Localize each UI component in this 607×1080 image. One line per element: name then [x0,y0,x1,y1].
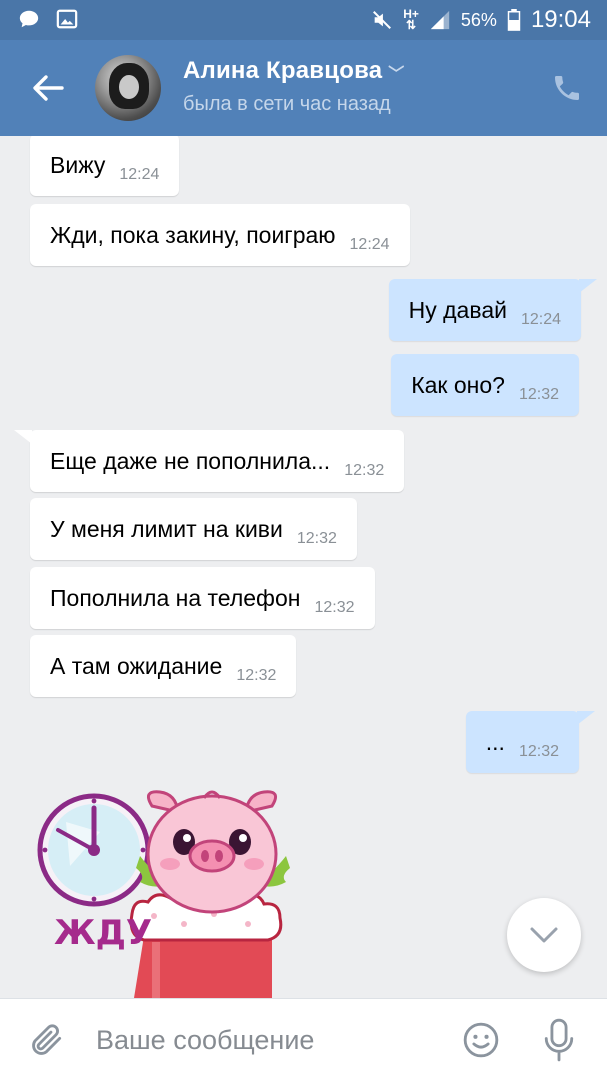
message-bubble[interactable]: А там ожидание 12:32 [30,635,297,697]
battery-percent: 56% [460,9,497,30]
message-bubble[interactable]: Вижу 12:24 [30,136,180,196]
chat-notification-icon [19,10,39,28]
mute-icon [373,11,392,29]
message-text: Как оно? [411,371,505,398]
message-bubble[interactable]: Пополнила на телефон 12:32 [30,567,375,629]
message-text: Жди, пока закину, поиграю [50,221,336,248]
pig-character [146,790,278,914]
conversation-header: Алина Кравцова ﹀ была в сети час назад [0,40,607,136]
message-bubble[interactable]: Ну давай 12:24 [388,279,598,341]
clock-icon [37,793,151,907]
message-time: 12:32 [344,462,385,479]
signal-icon [430,10,450,30]
phone-icon[interactable] [551,72,583,104]
message-time: 12:24 [119,166,160,183]
message-text: Ну давай [408,296,507,323]
pig-sticker[interactable]: ЖДУ [36,786,326,998]
message-time: 12:24 [349,236,390,253]
message-text: У меня лимит на киви [50,515,283,542]
message-input[interactable] [96,1019,436,1061]
status-bar: H+ ⇅ 56% 19:04 [0,0,607,40]
gallery-notification-icon [56,9,78,29]
message-text: ... [485,728,505,755]
message-time: 12:32 [296,530,337,547]
sticker-caption: ЖДУ [54,913,152,953]
message-bubble[interactable]: Как оно? 12:32 [391,354,579,416]
battery-icon [507,9,521,31]
emoji-icon[interactable] [462,1021,500,1059]
avatar[interactable] [95,55,161,121]
chevron-down-icon: ﹀ [388,65,405,83]
message-bubble[interactable]: Жди, пока закину, поиграю 12:24 [30,204,410,266]
message-time: 12:32 [314,599,355,616]
message-text: Вижу [50,151,106,178]
network-type-label: H+ ⇅ [403,7,419,32]
message-text: Еще даже не пополнила... [50,447,331,474]
message-text: А там ожидание [50,652,223,679]
message-bubble[interactable]: Еще даже не пополнила... 12:32 [13,430,405,492]
back-arrow-icon[interactable] [30,70,66,106]
message-bubble[interactable]: У меня лимит на киви 12:32 [30,498,357,560]
contact-name[interactable]: Алина Кравцова ﹀ [183,57,404,85]
message-time: 12:32 [236,667,277,684]
message-text: Пополнила на телефон [50,584,301,611]
clock: 19:04 [530,6,591,33]
message-list[interactable]: Вижу 12:24 Жди, пока закину, поиграю 12:… [0,136,607,998]
contact-last-seen: была в сети час назад [183,93,391,115]
message-composer [0,998,607,1080]
message-bubble[interactable]: ... 12:32 [465,711,596,773]
paperclip-icon[interactable] [28,1021,66,1059]
chevron-down-icon [530,927,558,943]
message-time: 12:32 [518,386,559,403]
scroll-to-bottom-button[interactable] [507,898,581,972]
message-time: 12:32 [518,743,559,760]
message-time: 12:24 [520,311,561,328]
microphone-icon[interactable] [542,1017,576,1063]
